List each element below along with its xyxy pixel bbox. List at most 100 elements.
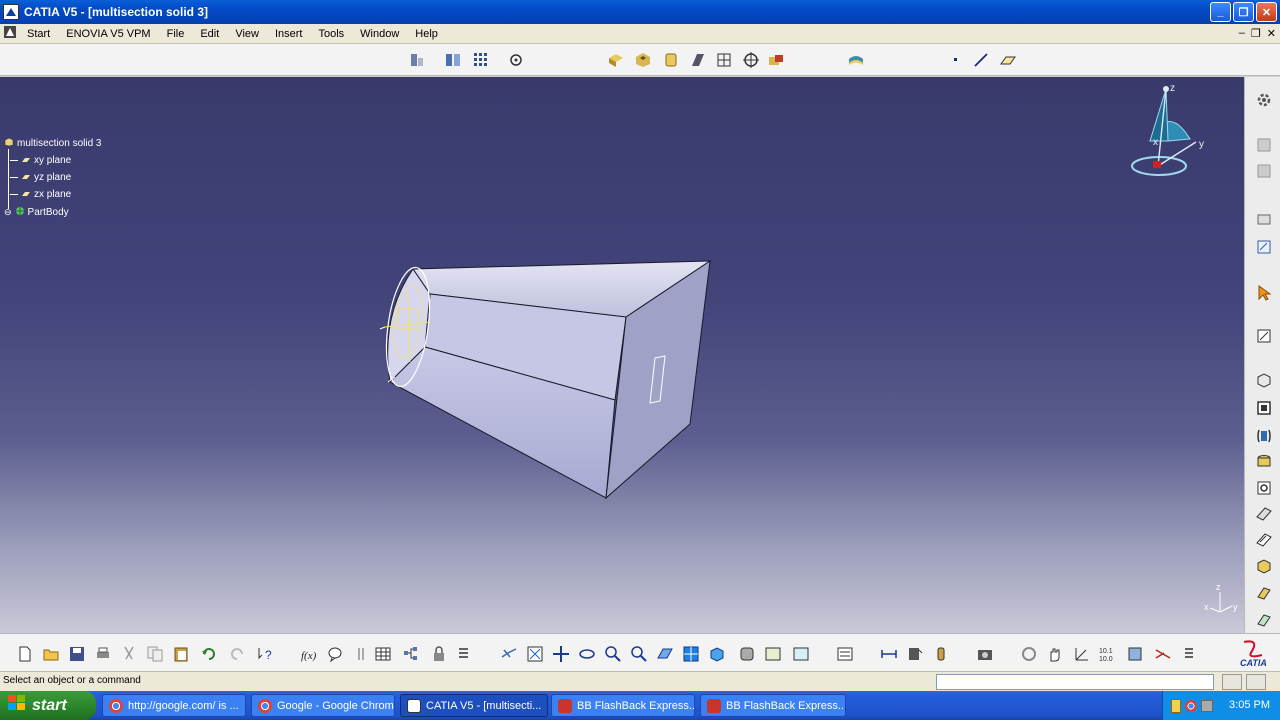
shaft-feature-icon[interactable] <box>1253 425 1275 447</box>
multisection-solid-model[interactable] <box>379 259 712 500</box>
menu-file[interactable]: File <box>159 28 193 40</box>
taskbar-button-chrome-1[interactable]: http://google.com/ is ... <box>102 694 246 717</box>
measure-between-icon[interactable] <box>878 643 900 665</box>
plane-icon[interactable] <box>997 49 1019 71</box>
zoom-out-icon[interactable] <box>628 643 650 665</box>
catia-app-icon[interactable] <box>3 4 19 20</box>
solid-combine-icon[interactable] <box>765 49 787 71</box>
cut-icon[interactable] <box>118 643 140 665</box>
whats-this-icon[interactable]: ? <box>254 643 276 665</box>
zoom-in-icon[interactable] <box>602 643 624 665</box>
chain-icon[interactable] <box>350 643 372 665</box>
formula-icon[interactable]: f(x) <box>298 643 320 665</box>
capture-icon[interactable] <box>974 643 996 665</box>
new-file-icon[interactable] <box>14 643 36 665</box>
axis-system-icon[interactable] <box>1070 643 1092 665</box>
compass-widget[interactable]: z y x <box>1131 83 1204 176</box>
taskbar-button-chrome-2[interactable]: Google - Google Chrome <box>251 694 395 717</box>
maximize-button[interactable]: ❐ <box>1233 2 1254 22</box>
stiffener-icon[interactable] <box>1253 609 1275 631</box>
sketch-edit-icon[interactable] <box>1253 325 1275 347</box>
snap-tool-icon[interactable] <box>1152 643 1174 665</box>
menu-insert[interactable]: Insert <box>267 28 311 40</box>
copy-icon[interactable] <box>144 643 166 665</box>
multisection-icon[interactable] <box>713 49 735 71</box>
slot-feature-icon[interactable] <box>1253 529 1275 551</box>
hand-icon[interactable] <box>1044 643 1066 665</box>
menu-help[interactable]: Help <box>407 28 446 40</box>
status-stop-button[interactable] <box>1222 674 1242 690</box>
scale-icon[interactable]: 10.1 10.0 <box>1096 643 1118 665</box>
tray-network-icon[interactable] <box>1201 699 1213 712</box>
tray-battery-icon[interactable] <box>1171 698 1181 713</box>
taskbar-button-flashback-2[interactable]: BB FlashBack Express... <box>700 694 846 717</box>
grid-icon[interactable] <box>470 49 492 71</box>
iso-view-icon[interactable] <box>706 643 728 665</box>
measure-item-icon[interactable] <box>904 643 926 665</box>
list-icon[interactable] <box>454 643 476 665</box>
doc-restore-button[interactable]: ❐ <box>1251 27 1261 40</box>
solid-multisection-icon[interactable] <box>1253 555 1275 577</box>
tree-item-yz-plane[interactable]: yz plane <box>10 172 71 183</box>
menu-start[interactable]: Start <box>19 28 58 40</box>
groove-feature-icon[interactable] <box>1253 451 1275 473</box>
redo-icon[interactable] <box>226 643 248 665</box>
pocket-feature-icon[interactable] <box>1253 397 1275 419</box>
command-input[interactable] <box>936 674 1214 690</box>
menu-tools[interactable]: Tools <box>310 28 352 40</box>
tray-chrome-icon[interactable] <box>1185 699 1197 712</box>
tree-item-xy-plane[interactable]: xy plane <box>10 155 71 166</box>
pocket-icon[interactable] <box>632 49 654 71</box>
measure-inertia-icon[interactable] <box>930 643 952 665</box>
taskbar-button-flashback-1[interactable]: BB FlashBack Express... <box>551 694 695 717</box>
3d-viewport[interactable]: z y x z y x <box>0 77 1244 633</box>
menu-window[interactable]: Window <box>352 28 407 40</box>
hole-icon[interactable] <box>740 49 762 71</box>
pad-feature-icon[interactable] <box>1253 369 1275 391</box>
fit-all-icon[interactable] <box>524 643 546 665</box>
save-icon[interactable] <box>66 643 88 665</box>
close-button[interactable]: ✕ <box>1256 2 1277 22</box>
knowledge-icon[interactable] <box>324 643 346 665</box>
line-icon[interactable] <box>970 49 992 71</box>
catalog-icon[interactable] <box>1253 134 1275 156</box>
paste-icon[interactable] <box>170 643 192 665</box>
rotate-view-icon[interactable] <box>1018 643 1040 665</box>
snap-point-icon[interactable] <box>505 49 527 71</box>
properties-icon[interactable] <box>1178 643 1200 665</box>
expand-icon[interactable]: ⊖ <box>4 207 12 218</box>
status-options-button[interactable] <box>1246 674 1266 690</box>
sketch-tools-icon[interactable] <box>406 49 428 71</box>
pan-icon[interactable] <box>550 643 572 665</box>
taskbar-button-catia[interactable]: CATIA V5 - [multisecti... <box>400 694 548 717</box>
planes-icon[interactable] <box>442 49 464 71</box>
shaft-icon[interactable] <box>660 49 682 71</box>
swap-space-icon[interactable] <box>790 643 812 665</box>
table-icon[interactable] <box>372 643 394 665</box>
open-folder-icon[interactable] <box>40 643 62 665</box>
menu-edit[interactable]: Edit <box>192 28 227 40</box>
tree-item-partbody[interactable]: ⊖ PartBody <box>4 206 69 219</box>
tree-item-zx-plane[interactable]: zx plane <box>10 189 71 200</box>
rib-icon[interactable] <box>687 49 709 71</box>
start-doc-icon[interactable] <box>0 25 19 42</box>
minimize-button[interactable]: _ <box>1210 2 1231 22</box>
hole-feature-icon[interactable] <box>1253 477 1275 499</box>
doc-minimize-button[interactable]: ‒ <box>1239 27 1245 40</box>
hide-show-icon[interactable] <box>762 643 784 665</box>
fly-mode-icon[interactable] <box>498 643 520 665</box>
normal-view-icon[interactable] <box>654 643 676 665</box>
multi-view-icon[interactable] <box>680 643 702 665</box>
surfaces-icon[interactable] <box>845 49 867 71</box>
removed-multisection-icon[interactable] <box>1253 582 1275 604</box>
catalog-browse-icon[interactable] <box>1253 160 1275 182</box>
layer-icon[interactable] <box>1124 643 1146 665</box>
pad-icon[interactable] <box>605 49 627 71</box>
update-icon[interactable] <box>834 643 856 665</box>
rib-feature-icon[interactable] <box>1253 503 1275 525</box>
hierarchy-icon[interactable] <box>400 643 422 665</box>
measure-icon[interactable] <box>1253 208 1275 230</box>
select-arrow-icon[interactable] <box>1253 282 1275 304</box>
rotate-icon[interactable] <box>576 643 598 665</box>
gear-icon[interactable] <box>1253 89 1275 111</box>
